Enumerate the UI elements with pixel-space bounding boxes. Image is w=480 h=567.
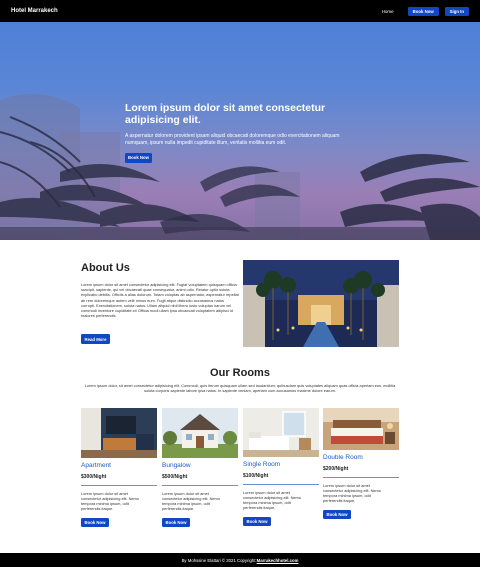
- room-price: $200/Night: [323, 466, 349, 472]
- divider: [243, 484, 319, 485]
- about-description: Lorem ipsum dolor sit amet consectetur a…: [81, 282, 239, 319]
- read-more-button[interactable]: Read More: [81, 334, 110, 344]
- room-description: Lorem ipsum dolor sit amet consectetur a…: [81, 491, 139, 511]
- book-now-button[interactable]: Book Now: [162, 518, 190, 527]
- hero-title: Lorem ipsum dolor sit amet consectetur a…: [125, 102, 326, 126]
- hero-content: Lorem ipsum dolor sit amet consectetur a…: [125, 102, 365, 164]
- room-price: $300/Night: [81, 474, 107, 480]
- double-room-image: [323, 408, 399, 450]
- hero-section: Lorem ipsum dolor sit amet consectetur a…: [0, 22, 480, 240]
- room-name[interactable]: Double Room: [323, 454, 399, 461]
- single-room-image: [243, 408, 319, 457]
- book-now-button[interactable]: Book Now: [323, 510, 351, 519]
- nav-links: Home Book Now Sign In: [382, 6, 469, 16]
- footer-copyright: By Mohssine Elattari © 2021 Copyright:: [181, 557, 257, 563]
- rooms-title: Our Rooms: [210, 367, 270, 379]
- brand-logo-text[interactable]: Hotel Marrakech: [11, 8, 58, 14]
- nav-home-link[interactable]: Home: [382, 9, 394, 14]
- room-price: $100/Night: [243, 473, 269, 479]
- book-now-button[interactable]: Book Now: [243, 517, 271, 526]
- room-description: Lorem ipsum dolor sit amet consectetur a…: [162, 491, 220, 511]
- apartment-image: [81, 408, 157, 458]
- room-card-double-room: Double Room $200/Night Lorem ipsum dolor…: [323, 408, 399, 521]
- room-price: $500/Night: [162, 474, 188, 480]
- book-now-button[interactable]: Book Now: [81, 518, 109, 527]
- nav-book-now-button[interactable]: Book Now: [407, 6, 439, 16]
- room-name[interactable]: Single Room: [243, 461, 319, 468]
- navbar: Hotel Marrakech Home Book Now Sign In: [0, 0, 480, 22]
- rooms-description: Lorem ipsum dolor, sit amet consectetur …: [84, 383, 396, 394]
- footer: By Mohssine Elattari © 2021 Copyright: M…: [0, 553, 480, 567]
- bungalow-image: [162, 408, 238, 458]
- divider: [323, 477, 399, 478]
- footer-site-link[interactable]: Marrakechhotel.com: [257, 558, 299, 563]
- room-card-bungalow: Bungalow $500/Night Lorem ipsum dolor si…: [162, 408, 238, 529]
- hero-description: A aspernatur dolorem provident ipsam ali…: [125, 133, 340, 146]
- room-name[interactable]: Apartment: [81, 462, 157, 469]
- hero-book-now-button[interactable]: Book Now: [125, 152, 152, 163]
- room-card-single-room: Single Room $100/Night Lorem ipsum dolor…: [243, 408, 319, 528]
- hotel-courtyard-image: [243, 260, 399, 347]
- about-title: About Us: [81, 262, 130, 274]
- divider: [162, 485, 238, 486]
- divider: [81, 485, 157, 486]
- room-card-apartment: Apartment $300/Night Lorem ipsum dolor s…: [81, 408, 157, 529]
- room-description: Lorem ipsum dolor sit amet consectetur a…: [323, 483, 381, 503]
- nav-sign-in-button[interactable]: Sign In: [444, 6, 469, 16]
- room-name[interactable]: Bungalow: [162, 462, 238, 469]
- room-description: Lorem ipsum dolor sit amet consectetur a…: [243, 490, 301, 510]
